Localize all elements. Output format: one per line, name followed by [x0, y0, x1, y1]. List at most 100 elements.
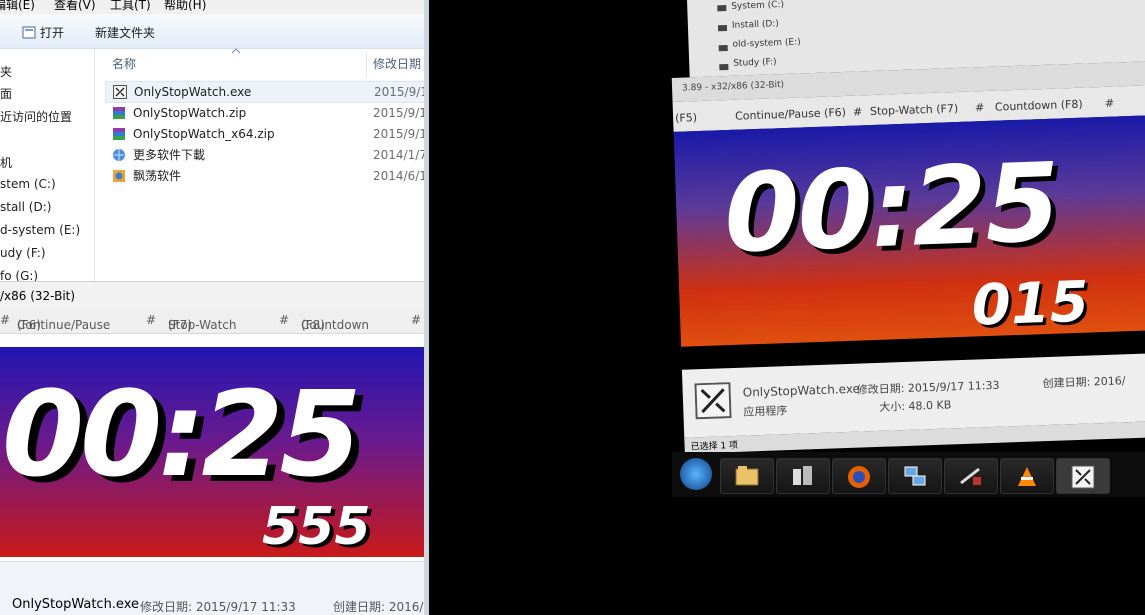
file-name: OnlyStopWatch.zip	[133, 106, 247, 120]
nav-item-drive-d[interactable]: stall (D:)	[0, 200, 51, 214]
nav-item-desktop[interactable]: 面	[0, 85, 12, 102]
nav-item-favorites[interactable]: 夹	[0, 63, 12, 80]
details-modified: 修改日期: 2015/9/17 11:33	[140, 600, 296, 614]
column-header: 名称 修改日期	[100, 48, 424, 78]
command-toolbar: 打开 新建文件夹	[0, 14, 424, 49]
filmed-drive: Install (D:)	[731, 19, 780, 31]
continue-pause-key: (F6)	[17, 318, 41, 332]
filmed-stopwatch-display: 00:25 015	[673, 115, 1145, 347]
vlc-icon	[1000, 458, 1054, 494]
open-label: 打开	[40, 26, 65, 40]
filmed-menu-item: Stop-Watch (F7)	[869, 101, 959, 119]
network-icon	[888, 458, 942, 494]
filmed-stopwatch-milliseconds: 015	[970, 269, 1090, 339]
stopwatch-time: 00:25	[2, 365, 362, 503]
column-divider[interactable]	[366, 52, 367, 78]
stopwatch-title-bar[interactable]: /x86 (32-Bit)	[0, 281, 424, 309]
file-date: 2015/9/1	[373, 106, 424, 120]
filmed-drive: System (C:)	[731, 0, 785, 12]
file-date: 2014/6/1	[373, 169, 424, 183]
new-folder-button[interactable]: 新建文件夹	[95, 24, 155, 41]
drive-icon	[717, 5, 727, 12]
windows-start-icon	[680, 458, 712, 490]
file-row[interactable]: OnlyStopWatch_x64.zip 2015/9/1	[105, 124, 424, 144]
nav-item-drive-e[interactable]: d-system (E:)	[0, 223, 80, 237]
file-explorer-icon	[720, 458, 774, 494]
filmed-file-size: 大小: 48.0 KB	[879, 398, 952, 414]
open-icon	[22, 26, 36, 39]
menu-help[interactable]: 帮助(H)	[164, 0, 206, 11]
filmed-file-name: OnlyStopWatch.exe	[742, 381, 861, 400]
internet-shortcut-icon	[113, 149, 125, 161]
nav-item-recent-places[interactable]: 近访问的位置	[0, 108, 72, 125]
filmed-file-type: 应用程序	[743, 404, 788, 419]
drive-icon	[719, 63, 729, 71]
file-name: 飘荡软件	[133, 169, 182, 183]
drive-icon	[717, 24, 728, 32]
filmed-menu-item: #	[974, 101, 985, 115]
file-date: 2015/9/1	[374, 85, 424, 99]
nav-item-drive-c[interactable]: stem (C:)	[0, 177, 56, 191]
filmed-menu-item: (F5)	[674, 111, 698, 125]
menu-edit[interactable]: 编辑(E)	[0, 0, 35, 11]
filmed-selected-count: 已选择 1 项	[690, 440, 739, 453]
file-row[interactable]: OnlyStopWatch.exe 2015/9/1	[105, 81, 424, 103]
filmed-drive: old-system (E:)	[732, 37, 801, 50]
column-date[interactable]: 修改日期	[373, 55, 421, 72]
filmed-menu-item: Continue/Pause (F6)	[734, 105, 847, 123]
winrar-archive-icon	[113, 128, 125, 140]
firefox-icon	[832, 458, 886, 494]
filmed-screen: System (C:) Install (D:) old-system (E:)…	[669, 0, 1145, 460]
file-date: 2014/1/7	[373, 148, 424, 162]
filmed-modified: 修改日期: 2015/9/17 11:33	[856, 378, 1000, 397]
filmed-drive: Study (F:)	[733, 57, 777, 69]
sort-arrow-icon	[232, 48, 240, 54]
filmed-taskbar	[672, 452, 1145, 497]
nav-item-drive-f[interactable]: udy (F:)	[0, 246, 46, 260]
stopwatch-display[interactable]: 00:25 555	[0, 347, 424, 557]
details-created: 创建日期: 2016/	[333, 600, 424, 614]
app-exe-icon	[113, 85, 127, 99]
app-exe-icon	[694, 382, 732, 420]
documents-icon	[776, 458, 830, 494]
filmed-stopwatch-time: 00:25	[722, 140, 1061, 278]
filmed-menu-item: Countdown (F8)	[994, 97, 1083, 114]
filmed-title: 3.89 - x32/x86 (32-Bit)	[681, 80, 785, 94]
internet-shortcut-icon	[113, 170, 125, 182]
stopwatch-menu: # Continue/Pause (F6) # Stop-Watch (F7) …	[0, 308, 424, 334]
file-row[interactable]: 更多软件下載 2014/1/7	[105, 145, 424, 165]
filmed-menu-item: #	[1104, 96, 1115, 110]
file-name: 更多软件下載	[133, 148, 206, 162]
menu-separator: #	[146, 313, 157, 327]
filmed-created: 创建日期: 2016/	[1042, 374, 1126, 391]
stopwatch-milliseconds: 555	[262, 497, 371, 557]
filmed-drive-list: System (C:) Install (D:) old-system (E:)…	[717, 0, 819, 72]
details-pane: OnlyStopWatch.exe 修改日期: 2015/9/17 11:33 …	[0, 561, 424, 615]
menu-view[interactable]: 查看(V)	[54, 0, 96, 11]
file-date: 2015/9/1	[373, 127, 424, 141]
details-file-name: OnlyStopWatch.exe	[12, 597, 139, 612]
menu-separator: #	[411, 313, 422, 327]
stopwatch-icon	[1056, 458, 1110, 494]
filmed-menu-item: #	[852, 105, 863, 119]
explorer-window: 编辑(E) 查看(V) 工具(T) 帮助(H) 打开 新建文件夹 夹 面 近访问…	[0, 0, 424, 615]
drive-icon	[718, 44, 728, 52]
file-row[interactable]: OnlyStopWatch.zip 2015/9/1	[105, 103, 424, 123]
nav-item-computer[interactable]: 机	[0, 154, 12, 171]
tools-icon	[944, 458, 998, 494]
file-row[interactable]: 飘荡软件 2014/6/1	[105, 166, 424, 186]
column-name[interactable]: 名称	[112, 55, 136, 72]
stop-watch-key: (F7)	[168, 318, 192, 332]
stopwatch-title: /x86 (32-Bit)	[0, 289, 76, 303]
menu-bar: 编辑(E) 查看(V) 工具(T) 帮助(H)	[0, 0, 424, 14]
menu-separator: #	[0, 313, 11, 327]
menu-separator: #	[279, 313, 290, 327]
file-name: OnlyStopWatch.exe	[134, 85, 252, 99]
open-button[interactable]: 打开	[22, 24, 64, 41]
winrar-archive-icon	[113, 107, 125, 119]
menu-tools[interactable]: 工具(T)	[110, 0, 151, 11]
countdown-key: (F8)	[301, 318, 325, 332]
file-name: OnlyStopWatch_x64.zip	[133, 127, 275, 141]
video-frame: System (C:) Install (D:) old-system (E:)…	[429, 0, 1145, 615]
navigation-pane: 夹 面 近访问的位置 机 stem (C:) stall (D:) d-syst…	[0, 49, 95, 283]
